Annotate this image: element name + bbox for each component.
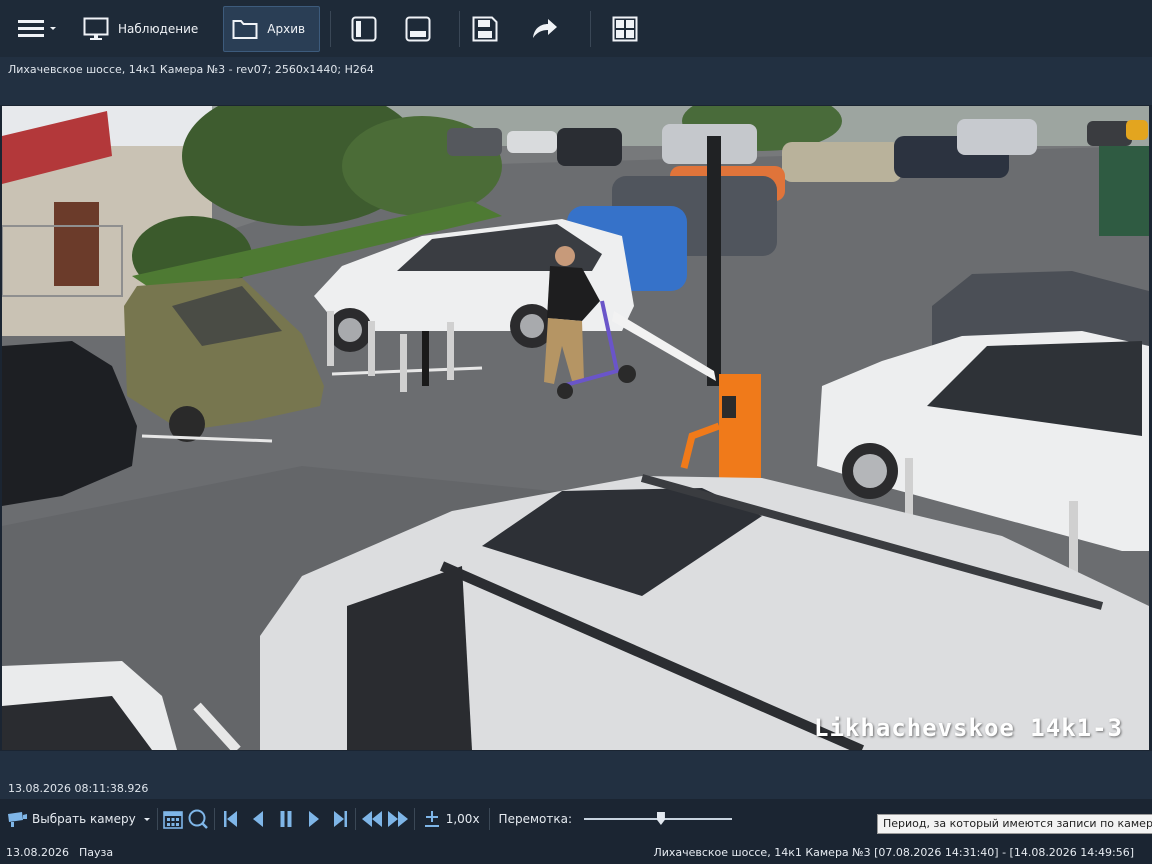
search-time-button[interactable] (185, 804, 211, 834)
fast-rewind-button[interactable] (359, 804, 385, 834)
speed-button[interactable]: 1,00x (418, 804, 486, 834)
controls-separator (156, 808, 158, 830)
toolbar-separator (459, 10, 461, 47)
calendar-button[interactable] (161, 804, 185, 834)
folder-icon (232, 19, 258, 39)
calendar-icon (162, 811, 183, 829)
menu-icon (18, 19, 56, 37)
camera-info-bar: Лихачевское шоссе, 14к1 Камера №3 - rev0… (0, 57, 1152, 105)
video-frame[interactable]: Likhachevskoe 14k1-3 (2, 106, 1149, 750)
toolbar-separator (330, 10, 332, 47)
step-forward-icon (308, 811, 319, 827)
layout-grid-button[interactable] (601, 6, 649, 52)
archive-period-tooltip: Период, за который имеются записи по кам… (877, 814, 1152, 834)
main-menu-button[interactable] (0, 6, 62, 52)
status-bar: 13.08.2026 Пауза Лихачевское шоссе, 14к1… (0, 840, 1152, 864)
pause-button[interactable] (272, 804, 300, 834)
main-toolbar: Наблюдение Архив (0, 0, 1152, 57)
pause-icon (280, 811, 292, 827)
fast-rewind-icon (361, 811, 382, 827)
split-horizontal-button[interactable] (387, 6, 449, 52)
frame-timestamp: 13.08.2026 08:11:38.926 (8, 782, 149, 795)
select-camera-button[interactable]: Выбрать камеру (0, 804, 154, 834)
timestamp-bar: 13.08.2026 08:11:38.926 (0, 751, 1152, 799)
monitoring-button[interactable]: Наблюдение (74, 6, 213, 52)
camera-scene (2, 106, 1149, 750)
share-button[interactable] (500, 6, 590, 52)
save-icon (472, 16, 498, 41)
fast-forward-icon (387, 811, 408, 827)
camera-info-text: Лихачевское шоссе, 14к1 Камера №3 - rev0… (8, 63, 374, 76)
status-state: Пауза (78, 845, 114, 859)
step-back-icon (252, 811, 263, 827)
camera-overlay-label: Likhachevskoe 14k1-3 (814, 714, 1123, 742)
status-camera-period: Лихачевское шоссе, 14к1 Камера №3 [07.08… (653, 845, 1134, 859)
archive-button[interactable]: Архив (223, 5, 321, 52)
share-icon (533, 18, 558, 38)
toolbar-separator (590, 10, 592, 47)
controls-separator (413, 808, 415, 830)
step-forward-button[interactable] (300, 804, 328, 834)
skip-end-icon (333, 811, 347, 827)
controls-separator (488, 808, 490, 830)
rewind-slider-thumb[interactable] (656, 812, 665, 825)
speed-plus-minus-icon (424, 811, 439, 827)
controls-separator (213, 808, 215, 830)
split-vertical-icon (351, 16, 377, 41)
archive-viewer-window: Наблюдение Архив Лихачевское шоссе, 14к1… (0, 0, 1152, 864)
go-to-start-button[interactable] (218, 804, 244, 834)
monitor-icon (83, 17, 109, 40)
camera-icon (8, 812, 27, 827)
controls-separator (354, 808, 356, 830)
search-icon (188, 809, 208, 829)
archive-label: Архив (267, 21, 306, 36)
monitoring-label: Наблюдение (118, 21, 199, 36)
grid-icon (612, 16, 638, 41)
rewind-label: Перемотка: (493, 804, 572, 834)
save-button[interactable] (470, 6, 500, 52)
speed-value: 1,00x (445, 812, 480, 826)
rewind-slider[interactable] (578, 811, 738, 827)
select-camera-label: Выбрать камеру (32, 812, 136, 826)
chevron-down-icon (143, 818, 150, 821)
step-back-button[interactable] (244, 804, 272, 834)
go-to-end-button[interactable] (328, 804, 352, 834)
fast-forward-button[interactable] (385, 804, 411, 834)
rewind-label-text: Перемотка: (498, 812, 572, 826)
split-horizontal-icon (405, 16, 431, 41)
skip-start-icon (223, 811, 237, 827)
split-vertical-button[interactable] (341, 6, 387, 52)
status-date: 13.08.2026 (6, 845, 69, 859)
